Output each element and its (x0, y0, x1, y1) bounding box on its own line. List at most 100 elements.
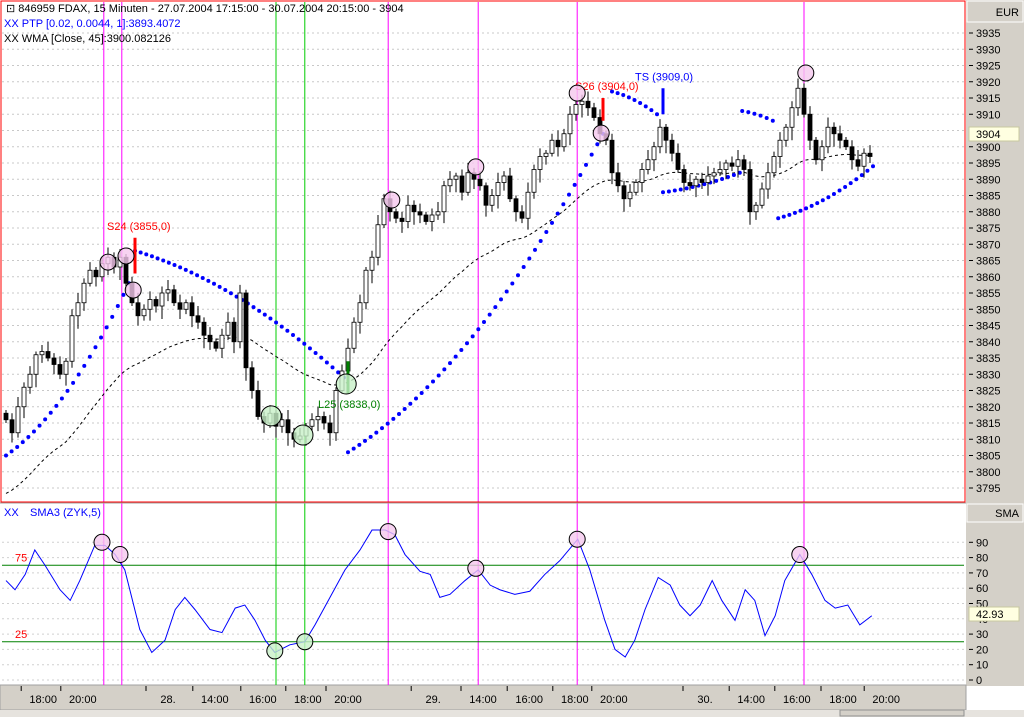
ptp-dot (848, 181, 853, 186)
ptp-dot (770, 118, 775, 123)
ptp-dot (684, 186, 689, 191)
candle-body (777, 139, 783, 157)
ptp-dot (643, 104, 648, 109)
candle-body (801, 87, 807, 115)
ptp-dot (285, 328, 290, 333)
ptp-dot (448, 361, 452, 366)
sma-tick-label: 70 (976, 568, 988, 580)
ptp-dot (307, 346, 312, 351)
ptp-dot (104, 325, 109, 330)
candle-body (657, 126, 663, 148)
ptp-legend[interactable]: XX PTP [0.02, 0.0044, 1]:3893.4072 (4, 18, 181, 30)
time-tick-label: 16:00 (515, 694, 543, 706)
candle-body (579, 100, 585, 105)
ptp-dot (843, 184, 848, 189)
time-tick-label: 18:00 (561, 694, 589, 706)
peak-circle (568, 84, 586, 102)
symbol-header: ⊡ 846959 FDAX, 15 Minuten - 27.07.2004 1… (6, 3, 404, 15)
price-tick-label: 3830 (976, 369, 1000, 381)
ptp-dot (172, 263, 177, 268)
candle-body (153, 299, 159, 307)
ptp-dot (397, 412, 401, 417)
candle-body (15, 406, 21, 434)
ptp-dot (572, 182, 577, 187)
scrollbar-thumb[interactable] (839, 709, 965, 717)
sma-legend[interactable]: SMA3 (ZYK,5) (30, 507, 101, 519)
sma-tick-label: 20 (976, 644, 988, 656)
ptp-dot (408, 401, 413, 406)
ptp-dot (672, 188, 677, 193)
candle-body (855, 159, 861, 167)
ptp-dot (15, 444, 20, 449)
ptp-dot (138, 250, 143, 255)
ptp-dot (561, 202, 566, 207)
candle-body (351, 321, 357, 349)
candle-body (333, 390, 339, 434)
sma-prefix[interactable]: XX (4, 507, 19, 519)
candle-body (45, 351, 51, 359)
candle-body (555, 139, 561, 148)
candle-body (195, 315, 201, 323)
ptp-dot (4, 453, 8, 458)
price-tick-label: 3805 (976, 451, 1000, 463)
candle-body (735, 159, 741, 167)
wma-legend[interactable]: XX WMA [Close, 45]:3900.082126 (4, 33, 171, 45)
time-tick-label: 29. (426, 694, 441, 706)
ptp-dot (731, 172, 736, 177)
candle-body (327, 422, 333, 434)
candle-body (627, 191, 633, 200)
candle-body (33, 354, 39, 375)
price-tick-label: 3930 (976, 44, 1000, 56)
price-tick-label: 3800 (976, 467, 1000, 479)
ptp-dot (831, 191, 836, 196)
ptp-dot (262, 312, 267, 317)
ptp-dot (820, 198, 825, 203)
candle-body (135, 302, 141, 317)
candle-body (393, 211, 399, 219)
candle-body (465, 172, 471, 193)
level-label: 75 (15, 552, 27, 564)
ptp-dot (482, 320, 486, 325)
peak-circle (568, 530, 586, 548)
ptp-dot (20, 440, 25, 445)
trough-circle (335, 373, 357, 395)
ptp-dot (578, 172, 583, 177)
candle-body (165, 289, 171, 294)
ptp-dot (99, 335, 104, 340)
ptp-dot (792, 210, 797, 215)
price-axis-unit: EUR (996, 7, 1019, 19)
ptp-dot (465, 341, 469, 346)
ptp-dot (368, 434, 373, 439)
peak-circle (592, 124, 610, 142)
peak-circle (117, 247, 135, 265)
candle-body (561, 133, 567, 148)
ptp-dot (274, 320, 279, 325)
candle-body (225, 321, 231, 336)
ptp-dot (313, 350, 318, 355)
ptp-dot (380, 426, 384, 431)
ptp-dot (714, 178, 719, 183)
candle-body (849, 146, 855, 161)
ptp-dot (655, 112, 659, 117)
candle-body (633, 182, 639, 193)
candle-body (447, 178, 453, 187)
sma-axis-unit: SMA (995, 508, 1020, 520)
ptp-dot (82, 363, 87, 368)
ptp-dot (37, 423, 42, 428)
candle-body (231, 321, 237, 343)
candle-body (573, 104, 579, 115)
candle-body (765, 172, 771, 190)
ptp-dot (385, 421, 390, 426)
time-tick-label: 20:00 (600, 694, 628, 706)
price-tick-label: 3920 (976, 77, 1000, 89)
ptp-dot (589, 152, 594, 157)
candle-body (567, 113, 573, 135)
ptp-dot (257, 308, 262, 313)
candle-body (843, 139, 849, 148)
ptp-dot (666, 189, 671, 194)
ptp-dot (854, 177, 859, 182)
ptp-dot (363, 438, 367, 443)
ptp-dot (161, 258, 166, 263)
candle-body (177, 302, 183, 310)
candle-body (687, 182, 693, 187)
